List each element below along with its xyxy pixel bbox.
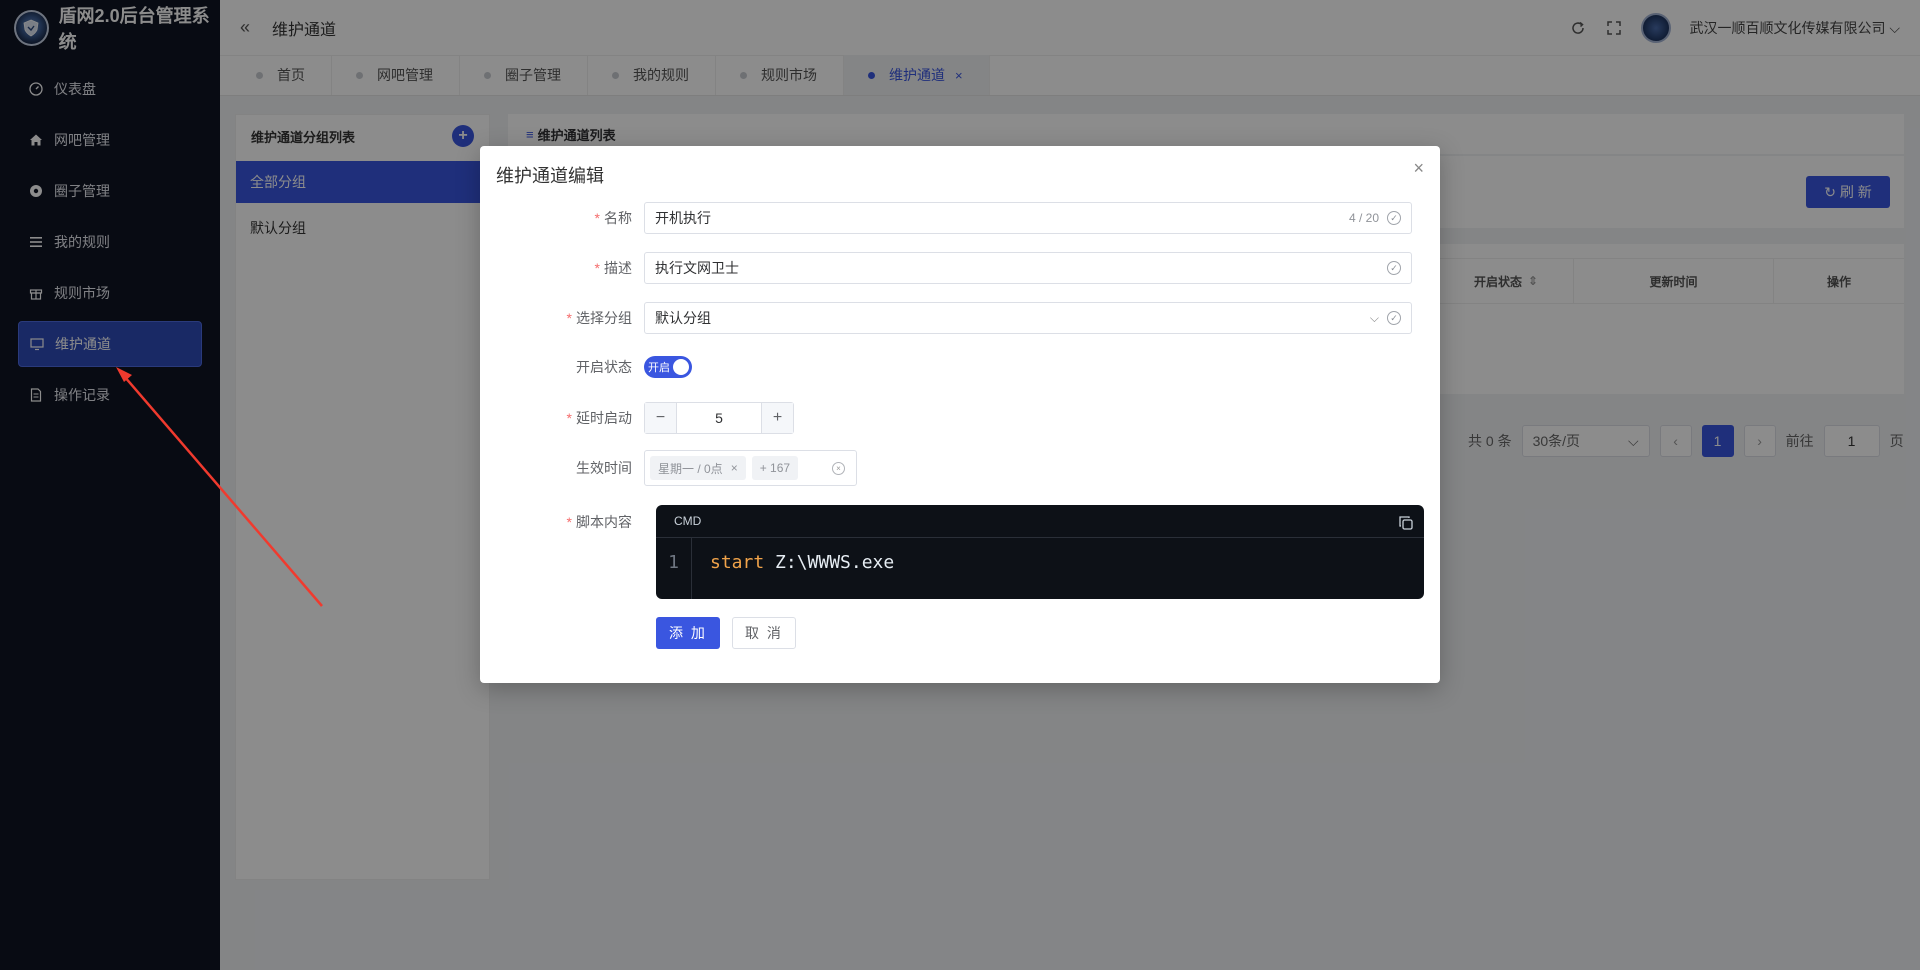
- dialog-title: 维护通道编辑: [496, 166, 604, 186]
- char-count: 4 / 20: [1348, 211, 1379, 225]
- chevron-down-icon: ⌵: [1369, 310, 1379, 325]
- field-label: 开启状态: [576, 359, 632, 375]
- switch-knob: [673, 359, 689, 375]
- form-row-schedule: 生效时间 星期一 / 0点 × + 167 ×: [480, 450, 1440, 486]
- decrement-button[interactable]: −: [645, 403, 677, 433]
- script-editor[interactable]: CMD 1 start Z:\WWWS.exe: [656, 505, 1424, 599]
- check-circle-icon: ✓: [1387, 311, 1401, 325]
- line-number: 1: [656, 538, 692, 599]
- code-language: CMD: [656, 505, 1424, 538]
- field-label: * 描述: [594, 260, 632, 276]
- schedule-tag: 星期一 / 0点 ×: [650, 456, 746, 480]
- field-label: * 脚本内容: [566, 514, 632, 530]
- add-button[interactable]: 添 加: [656, 617, 720, 649]
- close-icon[interactable]: ×: [1413, 158, 1424, 179]
- code-line: start Z:\WWWS.exe: [710, 552, 895, 573]
- form-row-desc: * 描述 执行文网卫士 ✓: [480, 252, 1440, 284]
- group-select[interactable]: 默认分组 ⌵ ✓: [644, 302, 1412, 334]
- form-row-delay: * 延时启动 − 5 +: [480, 402, 1440, 434]
- delay-stepper: − 5 +: [644, 402, 794, 434]
- edit-dialog: 维护通道编辑 × * 名称 开机执行 4 / 20 ✓ * 描述 执行文网卫士 ✓ …: [480, 146, 1440, 683]
- description-input[interactable]: 执行文网卫士 ✓: [644, 252, 1412, 284]
- field-label: 生效时间: [576, 460, 632, 476]
- close-icon[interactable]: ×: [731, 461, 738, 475]
- field-label: * 选择分组: [566, 310, 632, 326]
- increment-button[interactable]: +: [761, 403, 793, 433]
- field-label: * 名称: [594, 210, 632, 226]
- name-input[interactable]: 开机执行 4 / 20 ✓: [644, 202, 1412, 234]
- form-row-name: * 名称 开机执行 4 / 20 ✓: [480, 202, 1440, 234]
- cancel-button[interactable]: 取 消: [732, 617, 796, 649]
- check-circle-icon: ✓: [1387, 211, 1401, 225]
- field-label: * 延时启动: [566, 410, 632, 426]
- delay-input[interactable]: 5: [677, 403, 761, 433]
- copy-icon[interactable]: [1398, 515, 1414, 531]
- schedule-more-tag: + 167: [751, 456, 799, 480]
- schedule-select[interactable]: 星期一 / 0点 × + 167 ×: [644, 450, 857, 486]
- form-row-group: * 选择分组 默认分组 ⌵ ✓: [480, 302, 1440, 334]
- check-circle-icon: ✓: [1387, 261, 1401, 275]
- status-switch[interactable]: 开启: [644, 356, 692, 378]
- code-body: 1 start Z:\WWWS.exe: [656, 538, 1424, 599]
- clear-icon[interactable]: ×: [832, 461, 845, 475]
- form-row-status: 开启状态 开启: [480, 356, 1440, 378]
